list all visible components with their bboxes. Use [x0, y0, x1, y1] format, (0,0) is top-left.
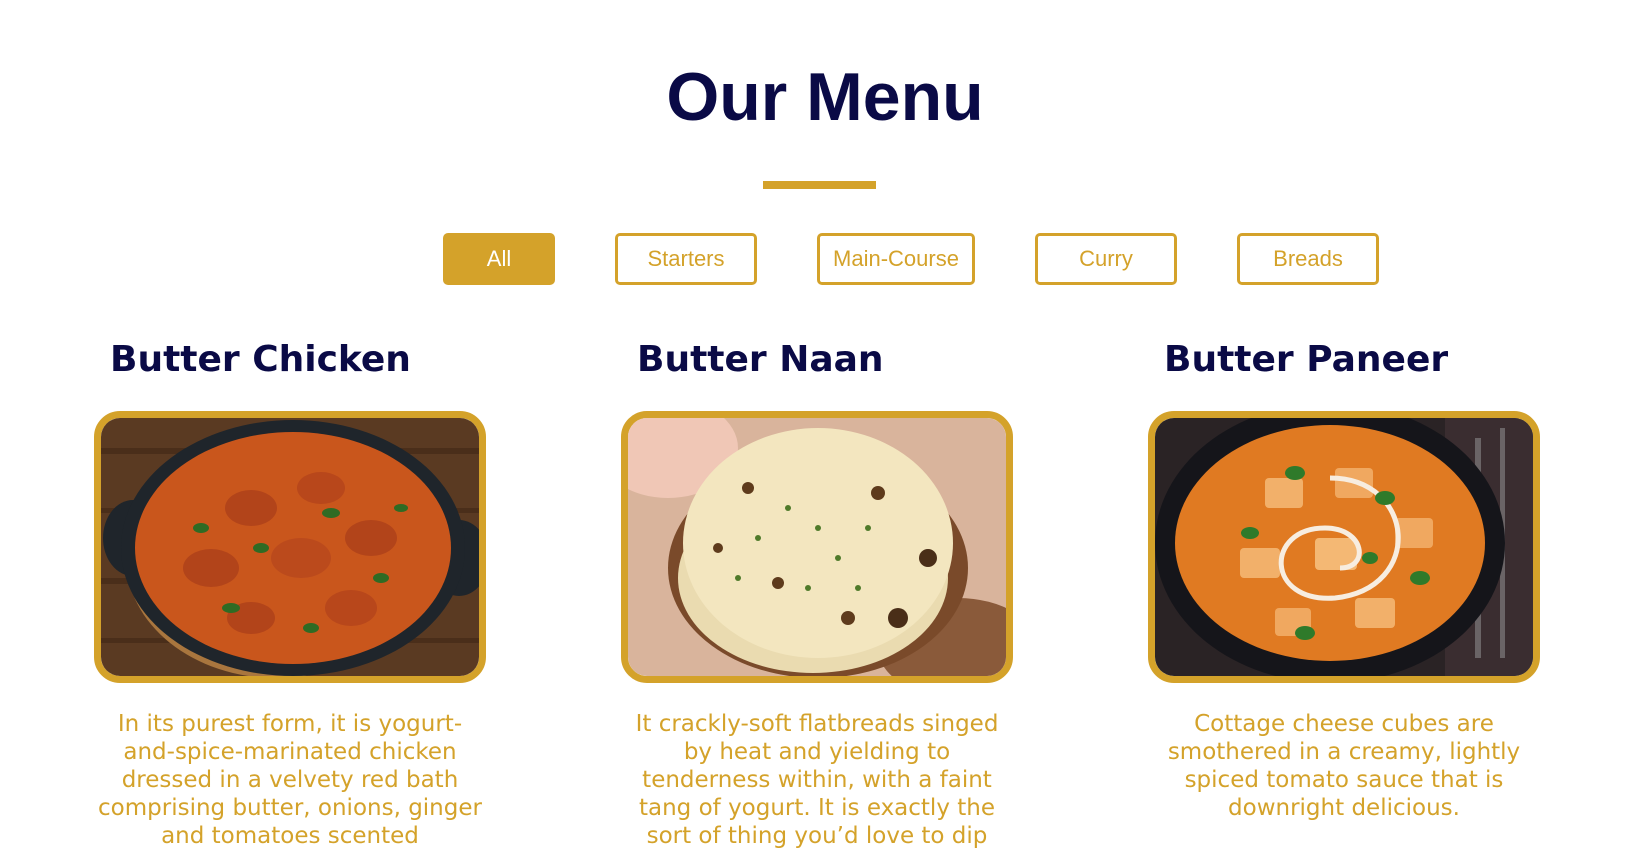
category-filter-bar: All Starters Main-Course Curry Breads: [0, 233, 1650, 285]
filter-starters-button[interactable]: Starters: [615, 233, 757, 285]
filter-breads-button[interactable]: Breads: [1237, 233, 1379, 285]
menu-item-title: Butter Naan: [637, 339, 884, 380]
butter-naan-photo: [621, 411, 1013, 683]
filter-all-button[interactable]: All: [443, 233, 555, 285]
title-divider: [763, 181, 876, 189]
menu-item-title: Butter Paneer: [1164, 339, 1449, 380]
menu-item-description: It crackly-soft flatbreads singed by hea…: [635, 711, 999, 849]
page-title: Our Menu: [666, 59, 984, 135]
menu-item-description: In its purest form, it is yogurt-and-spi…: [98, 711, 482, 849]
butter-chicken-photo: [94, 411, 486, 683]
filter-main-course-button[interactable]: Main-Course: [817, 233, 975, 285]
menu-item-title: Butter Chicken: [110, 339, 411, 380]
menu-item-description: Cottage cheese cubes are smothered in a …: [1167, 711, 1521, 821]
filter-curry-button[interactable]: Curry: [1035, 233, 1177, 285]
butter-paneer-photo: [1148, 411, 1540, 683]
